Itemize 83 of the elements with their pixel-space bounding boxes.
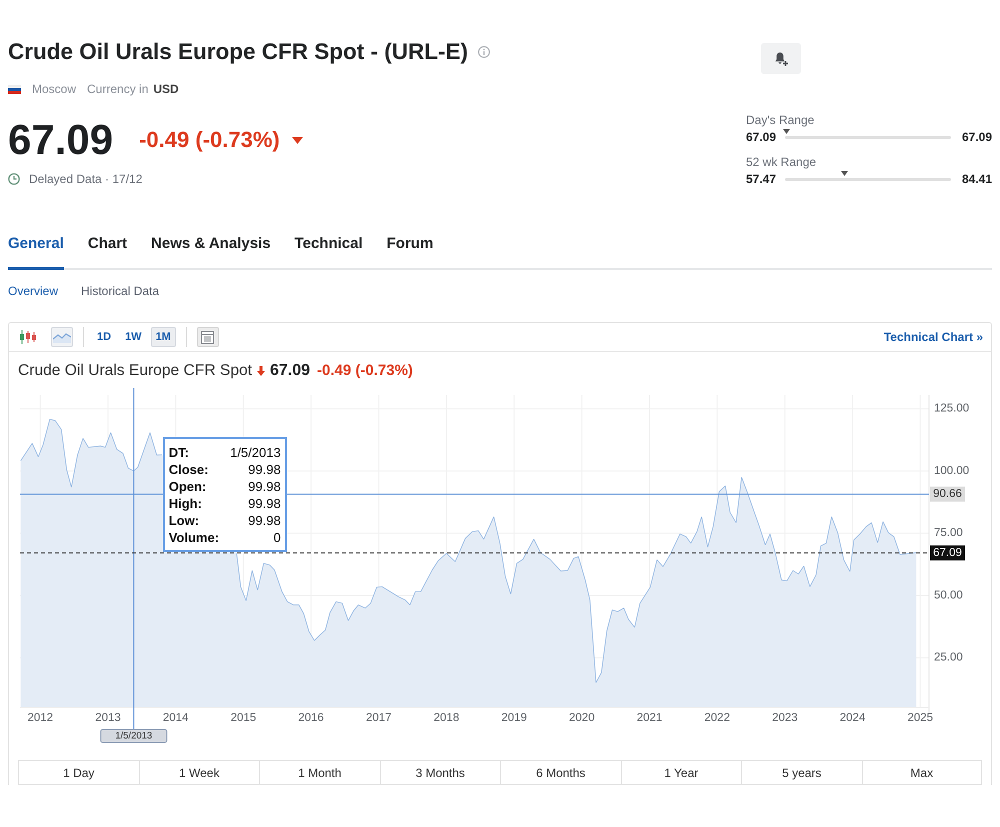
currency-code: USD	[153, 82, 179, 96]
tooltip-value: 99.98	[248, 478, 281, 495]
x-axis-label: 2022	[704, 712, 730, 724]
ref-line-label: 90.66	[933, 488, 962, 500]
chart-title: Crude Oil Urals Europe CFR Spot	[18, 362, 252, 380]
tooltip-label: Volume:	[168, 529, 220, 546]
y-axis-label: 100.00	[934, 464, 970, 477]
range-low: 67.09	[746, 130, 778, 144]
ref-line-label: 1/5/2013	[115, 730, 152, 742]
tooltip-label: Close:	[168, 461, 208, 478]
price-change: -0.49 (-0.73%)	[139, 127, 280, 153]
x-axis-label: 2018	[434, 712, 460, 724]
period-button[interactable]: 3 Months	[380, 760, 500, 785]
flag-icon	[8, 84, 21, 94]
price-tag: 90.66	[930, 486, 965, 502]
chart-price: 67.09	[270, 362, 310, 380]
table-view-button[interactable]	[196, 327, 219, 347]
clock-icon	[8, 173, 20, 185]
tooltip-label: DT:	[168, 444, 189, 461]
subtab[interactable]: Overview	[8, 284, 58, 298]
period-button[interactable]: 1 Year	[620, 760, 741, 785]
area-chart-icon	[53, 331, 71, 343]
period-button[interactable]: 6 Months	[500, 760, 620, 785]
instrument-title: Crude Oil Urals Europe CFR Spot - (URL-E)	[8, 38, 468, 66]
y-axis-label: 75.00	[934, 527, 963, 540]
x-axis-label: 2021	[636, 712, 662, 724]
tooltip-value: 99.98	[248, 495, 281, 512]
x-axis-label: 2016	[298, 712, 324, 724]
interval-button[interactable]: 1D	[92, 327, 116, 347]
tooltip-value: 1/5/2013	[230, 444, 281, 461]
tab[interactable]: Forum	[386, 234, 434, 270]
period-button[interactable]: 1 Week	[138, 760, 259, 785]
tab[interactable]: Chart	[88, 234, 128, 270]
tooltip-value: 99.98	[248, 461, 281, 478]
period-button[interactable]: Max	[862, 760, 982, 785]
x-axis-label: 2017	[366, 712, 392, 724]
tooltip-value: 99.98	[248, 512, 281, 529]
bell-plus-icon	[773, 50, 789, 66]
period-button[interactable]: 1 Day	[18, 760, 138, 785]
x-axis-label: 2020	[569, 712, 595, 724]
y-axis-label: 25.00	[934, 652, 963, 664]
interval-button[interactable]: 1M	[150, 327, 176, 347]
currency-label: Currency in	[87, 82, 148, 96]
subtab[interactable]: Historical Data	[81, 284, 160, 298]
range-label: Day's Range	[746, 113, 816, 127]
table-icon	[201, 330, 214, 344]
x-axis-label: 2014	[162, 712, 188, 724]
add-alert-button[interactable]	[761, 43, 801, 74]
x-axis-label: 2012	[28, 712, 54, 724]
tooltip-value: 0	[273, 529, 281, 546]
tooltip-label: High:	[168, 495, 202, 512]
info-icon[interactable]	[478, 46, 490, 58]
tooltip-label: Low:	[168, 512, 200, 529]
delay-note: Delayed Data · 17/12	[29, 172, 142, 186]
range-high: 67.09	[960, 130, 992, 144]
chart-type-button[interactable]	[51, 327, 73, 347]
date-tag: 1/5/2013	[100, 729, 168, 743]
x-axis-label: 2025	[907, 712, 934, 724]
chart-change: -0.49 (-0.73%)	[317, 362, 413, 380]
tooltip-label: Open:	[168, 478, 206, 495]
x-axis-label: 2024	[840, 712, 866, 724]
exchange-name: Moscow	[32, 82, 76, 96]
y-axis-label: 50.00	[934, 589, 963, 602]
last-price: 67.09	[8, 116, 114, 164]
y-axis-label: 125.00	[934, 402, 970, 415]
ref-line-label: 67.09	[933, 546, 962, 559]
x-axis-label: 2023	[772, 712, 798, 724]
tab[interactable]: News & Analysis	[151, 234, 271, 270]
period-button[interactable]: 5 years	[741, 760, 862, 785]
tab[interactable]: Technical	[294, 234, 363, 270]
range-label: 52 wk Range	[746, 155, 818, 169]
range-high: 84.41	[960, 172, 992, 186]
x-axis-label: 2019	[501, 712, 527, 724]
x-axis-label: 2013	[95, 712, 121, 724]
candlestick-icon	[19, 329, 37, 345]
range-low: 57.47	[746, 172, 778, 186]
interval-button[interactable]: 1W	[120, 327, 147, 347]
tab[interactable]: General	[8, 234, 64, 270]
technical-chart-link[interactable]: Technical Chart »	[884, 330, 983, 344]
period-button[interactable]: 1 Month	[259, 760, 380, 785]
x-axis-label: 2015	[230, 712, 256, 724]
last-price-tag: 67.09	[930, 545, 965, 560]
chart-type-button[interactable]	[17, 327, 39, 347]
